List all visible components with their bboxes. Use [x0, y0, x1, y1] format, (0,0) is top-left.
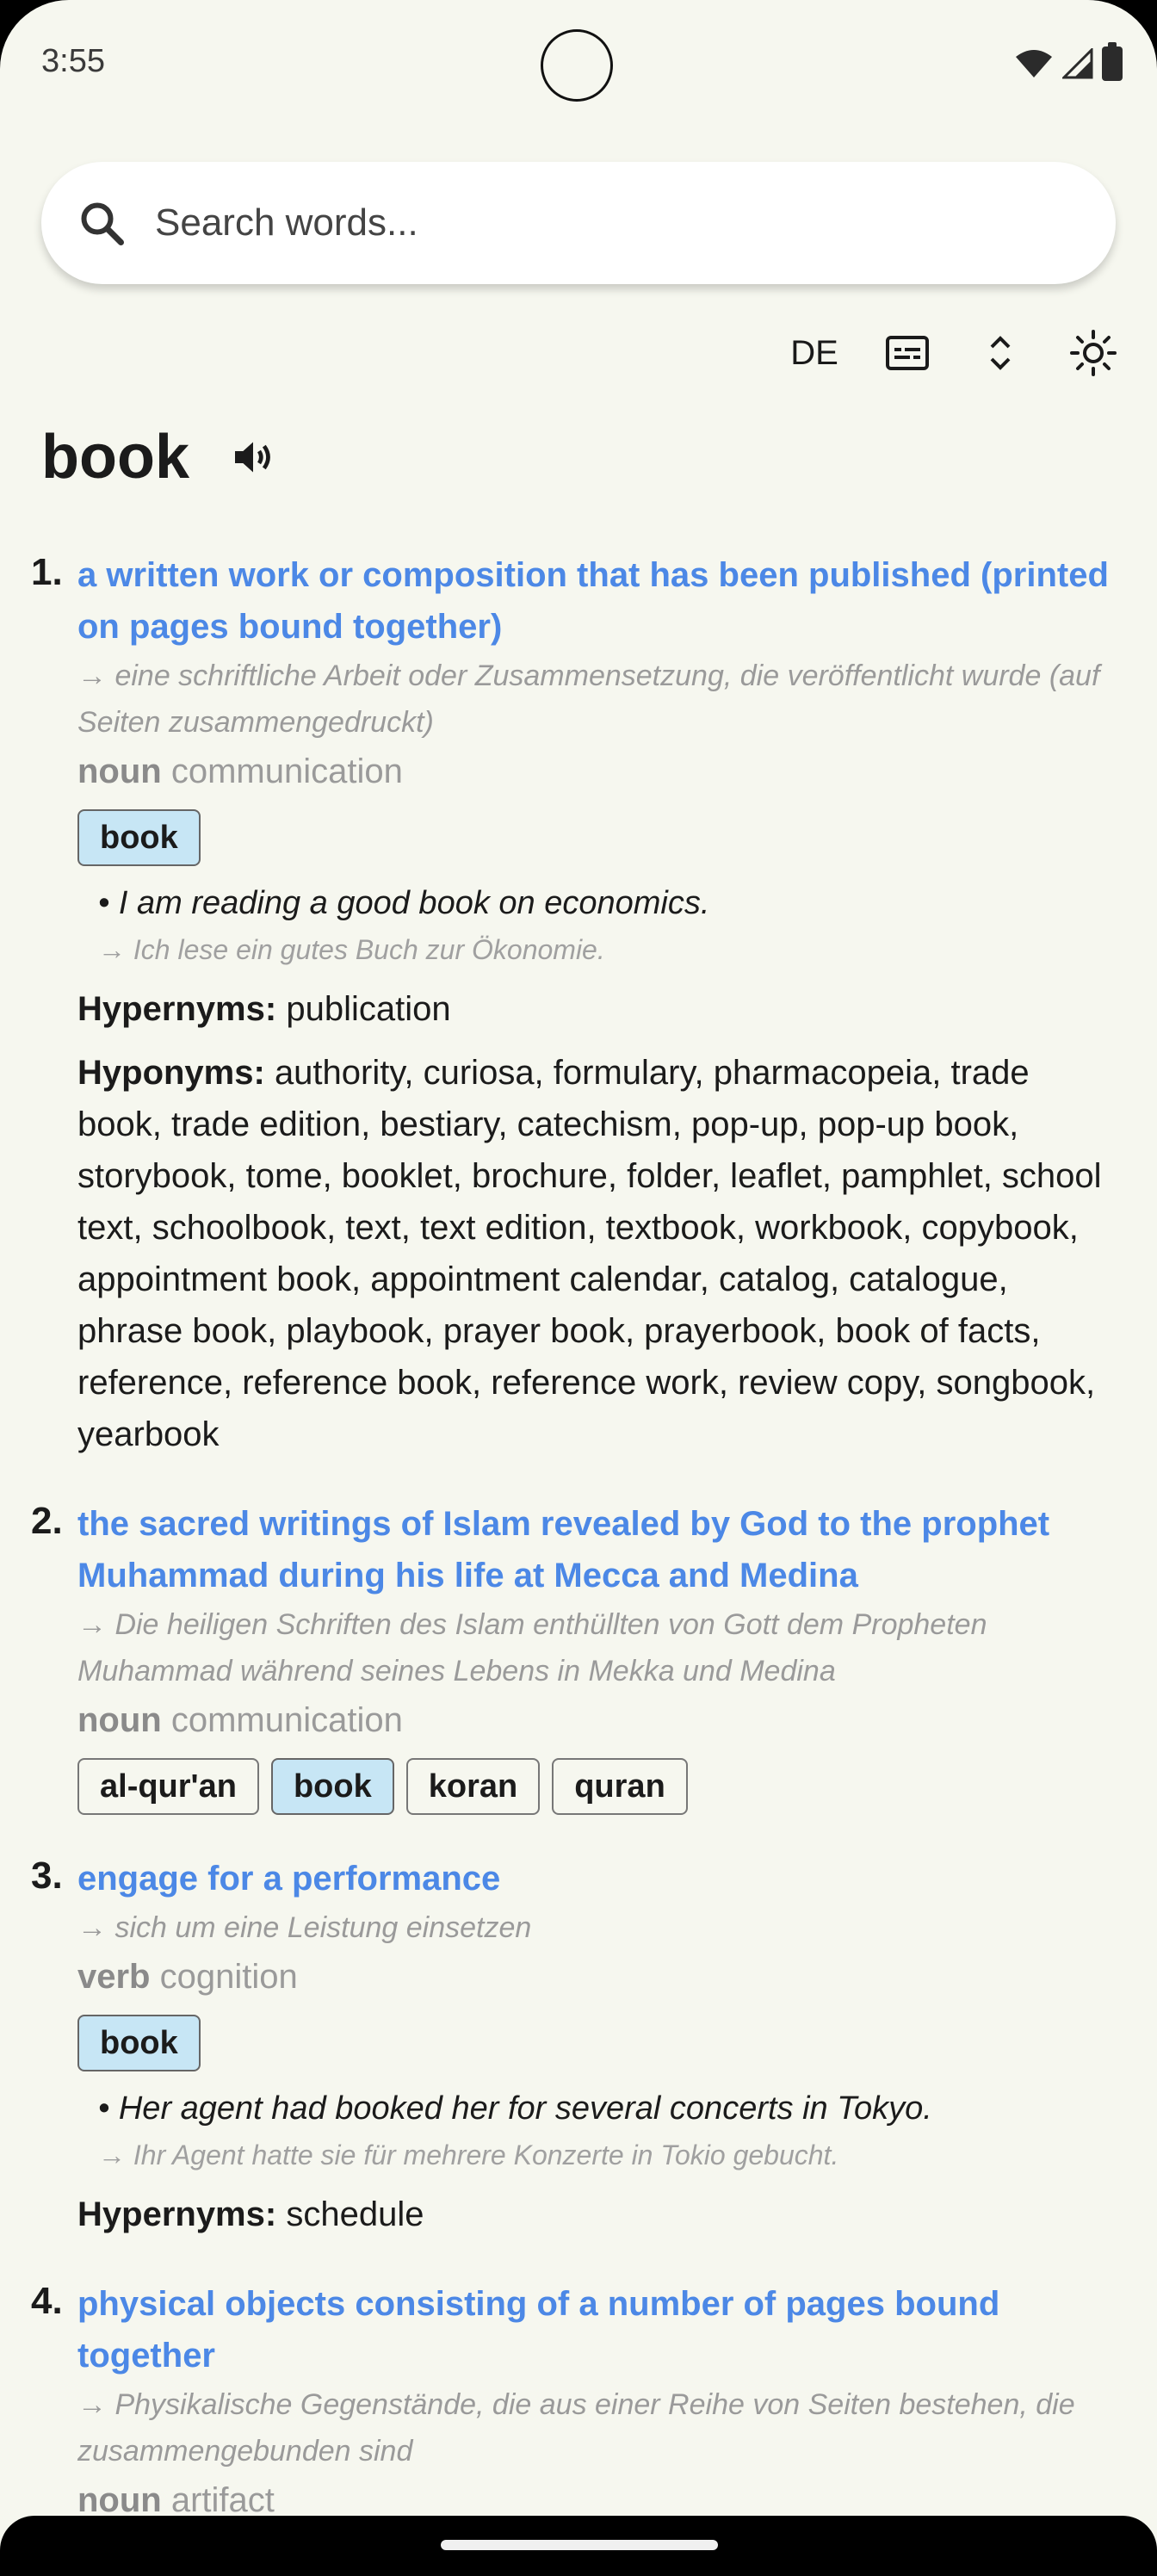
hyponyms-value[interactable]: authority, curiosa, formulary, pharmacop…: [77, 1054, 1102, 1453]
hypernyms-value[interactable]: schedule: [286, 2195, 424, 2233]
part-of-speech: noun communication: [77, 1694, 1123, 1746]
pos-category: communication: [170, 1701, 403, 1739]
hypernyms: Hypernyms: publication: [77, 983, 1123, 1035]
synonym-chip[interactable]: al-qur'an: [77, 1758, 259, 1815]
synonym-chip[interactable]: quran: [552, 1758, 688, 1815]
subtitles-icon: [886, 336, 929, 370]
sense-gloss: engage for a performance: [77, 1860, 501, 1898]
pos-category: communication: [170, 752, 403, 790]
search-icon: [81, 202, 124, 245]
sense-gloss-translation: → Die heiligen Schriften des Islam enthü…: [77, 1608, 987, 1687]
sense-gloss-translation: → Physikalische Gegenstände, die aus ein…: [77, 2388, 1075, 2468]
sense-item: 2. the sacred writings of Islam revealed…: [0, 1498, 1157, 1815]
wifi-icon: [1016, 50, 1052, 77]
theme-toggle-button[interactable]: [1047, 319, 1140, 387]
sense-gloss: the sacred writings of Islam revealed by…: [77, 1505, 1050, 1595]
synonym-chips: book: [77, 2015, 1123, 2071]
part-of-speech: verb cognition: [77, 1951, 1123, 2003]
synonym-chip[interactable]: book: [77, 809, 201, 866]
speaker-icon[interactable]: [229, 433, 277, 481]
status-bar: 3:55: [0, 0, 1157, 129]
hypernyms-label: Hypernyms:: [77, 990, 277, 1028]
pos-label: verb: [77, 1958, 151, 1996]
pos-category: artifact: [170, 2481, 275, 2519]
sense-number: 1.: [31, 551, 63, 593]
sense-item: 1. a written work or composition that ha…: [0, 549, 1157, 1460]
app-screen: 3:55 DE: [0, 0, 1157, 2576]
language-toggle-button[interactable]: DE: [768, 319, 861, 387]
search-bar[interactable]: [41, 162, 1116, 284]
synonym-chips: book: [77, 809, 1123, 866]
usage-example: • I am reading a good book on economics.: [98, 885, 710, 921]
signal-icon: [1062, 48, 1093, 79]
hypernyms-label: Hypernyms:: [77, 2195, 277, 2233]
sense-number: 4.: [31, 2280, 63, 2322]
hyponyms: Hyponyms: authority, curiosa, formulary,…: [77, 1047, 1123, 1460]
search-input[interactable]: [153, 201, 1018, 245]
sense-item: 4. physical objects consisting of a numb…: [0, 2278, 1157, 2526]
status-icons: [1014, 42, 1123, 81]
word-header: book: [41, 422, 277, 492]
toolbar: DE: [768, 319, 1157, 387]
unfold-icon: [990, 336, 1011, 370]
usage-example-translation: → Ihr Agent hatte sie für mehrere Konzer…: [98, 2139, 839, 2170]
word-title: book: [41, 423, 189, 492]
camera-cutout: [541, 29, 613, 102]
pos-label: noun: [77, 752, 162, 790]
sense-gloss: a written work or composition that has b…: [77, 556, 1109, 646]
part-of-speech: noun communication: [77, 746, 1123, 797]
synonym-chip[interactable]: book: [270, 1758, 394, 1815]
hypernyms-value[interactable]: publication: [286, 990, 450, 1028]
sense-gloss-translation: → eine schriftliche Arbeit oder Zusammen…: [77, 659, 1100, 739]
sense-gloss: physical objects consisting of a number …: [77, 2285, 1000, 2375]
pos-label: noun: [77, 2481, 162, 2519]
usage-example-translation: → Ich lese ein gutes Buch zur Ökonomie.: [98, 934, 605, 965]
expand-collapse-button[interactable]: [954, 319, 1047, 387]
sense-gloss-translation: → sich um eine Leistung einsetzen: [77, 1911, 532, 1944]
usage-example: • Her agent had booked her for several c…: [98, 2090, 932, 2127]
subtitles-button[interactable]: [861, 319, 954, 387]
sense-item: 3. engage for a performance → sich um ei…: [0, 1853, 1157, 2240]
synonym-chips: al-qur'an book koran quran: [77, 1758, 1123, 1815]
pos-category: cognition: [159, 1958, 298, 1996]
pos-label: noun: [77, 1701, 162, 1739]
sense-number: 3.: [31, 1855, 63, 1897]
battery-icon: [1102, 42, 1123, 81]
status-time: 3:55: [41, 43, 105, 79]
home-indicator[interactable]: [441, 2540, 718, 2550]
sun-icon: [1070, 330, 1117, 376]
synonym-chip[interactable]: book: [77, 2015, 201, 2071]
hypernyms: Hypernyms: schedule: [77, 2189, 1123, 2240]
sense-list: 1. a written work or composition that ha…: [0, 549, 1157, 2564]
synonym-chip[interactable]: koran: [405, 1758, 541, 1815]
sense-number: 2.: [31, 1500, 63, 1542]
hyponyms-label: Hyponyms:: [77, 1054, 265, 1092]
